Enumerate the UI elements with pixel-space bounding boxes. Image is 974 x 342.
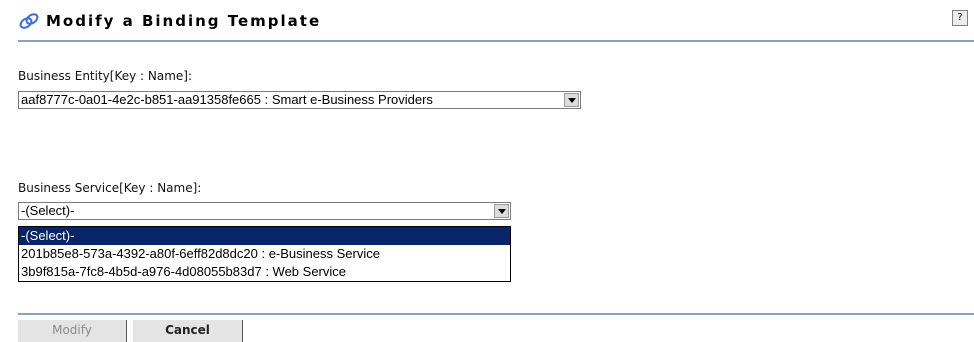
business-service-value: -(Select)- <box>21 203 75 218</box>
dropdown-option[interactable]: -(Select)- <box>19 227 510 245</box>
footer-divider <box>18 313 974 315</box>
business-entity-label: Business Entity[Key : Name]: <box>18 69 192 83</box>
modify-button[interactable]: Modify <box>18 320 127 342</box>
chevron-down-icon[interactable] <box>494 204 509 218</box>
header-divider <box>18 40 974 42</box>
business-entity-select[interactable]: aaf8777c-0a01-4e2c-b851-aa91358fe665 : S… <box>18 91 581 109</box>
business-service-label: Business Service[Key : Name]: <box>18 181 202 195</box>
help-button[interactable]: ? <box>952 10 968 26</box>
dropdown-option[interactable]: 201b85e8-573a-4392-a80f-6eff82d8dc20 : e… <box>19 245 510 263</box>
business-entity-value: aaf8777c-0a01-4e2c-b851-aa91358fe665 : S… <box>21 92 433 107</box>
business-service-select[interactable]: -(Select)- <box>18 202 511 220</box>
chevron-down-icon[interactable] <box>564 93 579 107</box>
cancel-button[interactable]: Cancel <box>133 320 243 342</box>
business-service-dropdown[interactable]: -(Select)- 201b85e8-573a-4392-a80f-6eff8… <box>18 226 511 282</box>
page-header: Modify a Binding Template <box>18 8 321 34</box>
page-title: Modify a Binding Template <box>46 12 322 30</box>
dropdown-option[interactable]: 3b9f815a-7fc8-4b5d-a976-4d08055b83d7 : W… <box>19 263 510 281</box>
binding-template-icon <box>18 10 40 32</box>
